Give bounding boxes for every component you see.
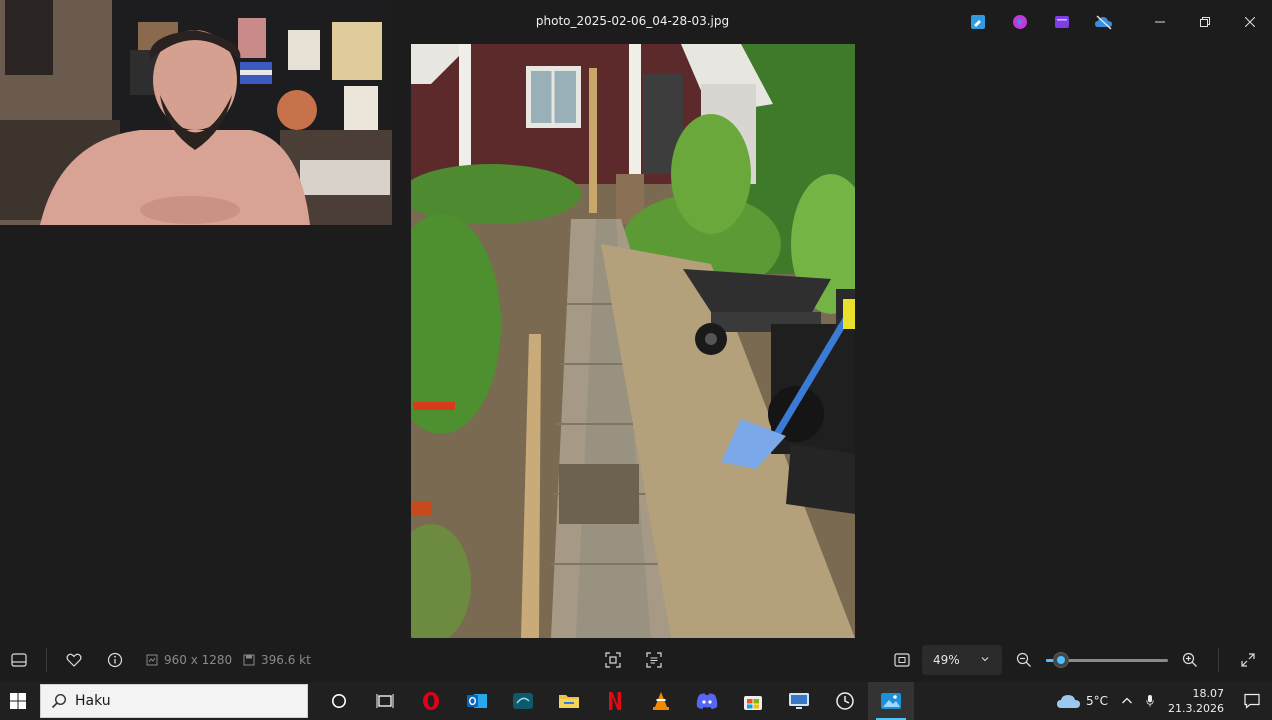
create-video-icon[interactable]: [1052, 12, 1072, 32]
image-dimensions: 960 x 1280: [146, 653, 232, 667]
file-size-text: 396.6 kt: [261, 653, 311, 667]
zoom-value: 49%: [933, 653, 960, 667]
dimensions-text: 960 x 1280: [164, 653, 233, 667]
clipchamp-icon[interactable]: [1010, 12, 1030, 32]
microphone-icon[interactable]: [1140, 682, 1160, 720]
cortana-icon[interactable]: [316, 682, 362, 720]
taskbar: Haku 5°C 18.07 21.3.2026: [0, 682, 1272, 720]
search-placeholder: Haku: [75, 693, 111, 709]
clock-date: 21.3.2026: [1168, 702, 1224, 715]
start-button[interactable]: [0, 682, 36, 720]
taskbar-apps: [316, 682, 914, 720]
file-size: 396.6 kt: [243, 653, 311, 667]
close-icon[interactable]: [1227, 0, 1272, 44]
windows-logo-icon: [10, 693, 26, 709]
image-toolbar: 960 x 1280 396.6 kt 49%: [0, 640, 1272, 680]
dimensions-icon: [146, 654, 158, 666]
cloud-icon: [1057, 695, 1080, 708]
file-explorer-icon[interactable]: [546, 682, 592, 720]
info-icon[interactable]: [102, 648, 128, 672]
taskbar-clock[interactable]: 18.07 21.3.2026: [1160, 686, 1232, 716]
chevron-up-icon[interactable]: [1114, 682, 1140, 720]
photo-canvas[interactable]: [411, 44, 855, 638]
fullscreen-icon[interactable]: [1235, 648, 1261, 672]
crop-icon[interactable]: [600, 648, 626, 672]
toolbar-divider: [46, 648, 47, 672]
outlook-icon[interactable]: [454, 682, 500, 720]
discord-icon[interactable]: [684, 682, 730, 720]
task-view-icon[interactable]: [362, 682, 408, 720]
title-app-icons: [968, 12, 1114, 32]
clock-app-icon[interactable]: [822, 682, 868, 720]
onedrive-icon[interactable]: [1094, 12, 1114, 32]
clock-time: 18.07: [1192, 687, 1225, 700]
webcam-overlay: [0, 0, 392, 225]
notification-icon[interactable]: [1232, 682, 1272, 720]
save-disk-icon: [243, 654, 255, 666]
photos-icon[interactable]: [868, 682, 914, 720]
favorite-icon[interactable]: [61, 648, 87, 672]
filmstrip-icon[interactable]: [6, 648, 32, 672]
remote-desktop-icon[interactable]: [776, 682, 822, 720]
zoom-dropdown[interactable]: 49%: [922, 645, 1002, 675]
fit-screen-icon[interactable]: [889, 648, 915, 672]
netflix-icon[interactable]: [592, 682, 638, 720]
disney-plus-icon[interactable]: [500, 682, 546, 720]
zoom-slider[interactable]: [1046, 652, 1168, 668]
window-controls: [1137, 0, 1272, 44]
weather-widget[interactable]: 5°C: [1050, 682, 1114, 720]
restore-icon[interactable]: [1182, 0, 1227, 44]
weather-temperature: 5°C: [1086, 694, 1109, 708]
system-tray: 5°C 18.07 21.3.2026: [1050, 682, 1272, 720]
edit-image-icon[interactable]: [968, 12, 988, 32]
opera-icon[interactable]: [408, 682, 454, 720]
chevron-down-icon: [981, 657, 989, 662]
vlc-icon[interactable]: [638, 682, 684, 720]
toolbar-divider: [1218, 648, 1219, 672]
minimize-icon[interactable]: [1137, 0, 1182, 44]
zoom-slider-thumb[interactable]: [1052, 652, 1069, 668]
zoom-out-icon[interactable]: [1011, 648, 1037, 672]
search-icon: [51, 693, 67, 709]
ocr-icon[interactable]: [641, 648, 667, 672]
zoom-in-icon[interactable]: [1177, 648, 1203, 672]
microsoft-store-icon[interactable]: [730, 682, 776, 720]
taskbar-search-box[interactable]: Haku: [40, 684, 308, 718]
